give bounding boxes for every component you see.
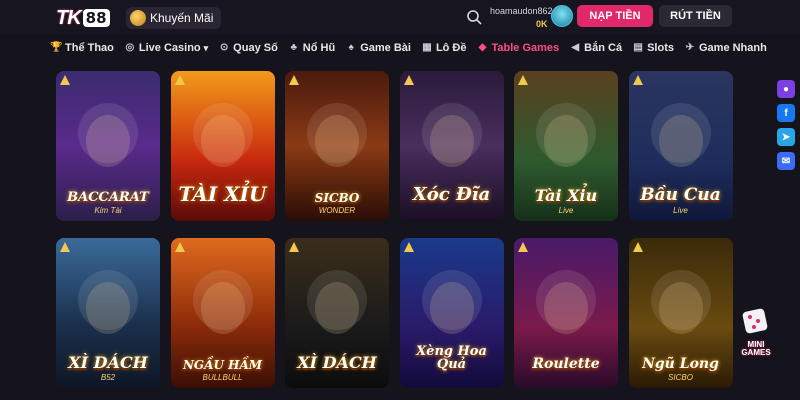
logo-text: TK <box>56 6 82 29</box>
game-card[interactable]: Tài Xỉu Live <box>514 71 618 221</box>
rocket-icon: ✈ <box>685 42 695 53</box>
facebook-icon[interactable]: f <box>777 104 795 122</box>
hot-badge-icon <box>403 75 414 85</box>
game-card[interactable]: Xèng Hoa Quả <box>399 238 504 388</box>
side-social-bar: ● f ➤ ✉ <box>777 80 795 176</box>
slot-icon: ▤ <box>633 42 643 53</box>
hot-badge-icon <box>60 242 70 252</box>
hot-badge-icon <box>289 242 299 252</box>
hot-badge-icon <box>632 242 643 252</box>
balance: 0K <box>536 19 548 29</box>
game-card[interactable]: Bầu Cua Live <box>628 71 733 221</box>
game-title: Bầu Cua <box>640 185 721 206</box>
main-nav: 🏆 Thể Thao ◎ Live Casino ▾ ⊙ Quay Số ♣ Nổ Hũ ♠ Gam… <box>0 36 800 60</box>
game-title: NGẦU HẦM <box>182 358 263 373</box>
nav-item-label: Table Games <box>491 42 560 54</box>
lottery-icon: ⊙ <box>219 42 229 53</box>
nav-item-label: Game Nhanh <box>698 42 767 54</box>
chip-icon: ◎ <box>125 42 135 53</box>
game-title: XÌ DÁCH <box>297 353 377 373</box>
game-card[interactable]: Ngũ Long SICBO <box>628 238 733 388</box>
dice-icon <box>742 308 768 334</box>
nav-item-game-nhanh[interactable]: ✈ Game Nhanh <box>684 42 767 54</box>
game-card[interactable]: NGẦU HẦM BULLBULL <box>170 238 275 388</box>
number-icon: ▦ <box>422 42 432 53</box>
game-title: Ngũ Long <box>642 356 719 373</box>
dice-icon: ◆ <box>478 42 487 53</box>
search-icon[interactable] <box>466 9 482 25</box>
game-card[interactable]: TÀI XỈU <box>170 71 275 221</box>
hot-badge-icon <box>403 242 414 252</box>
nav-item-label: Quay Số <box>233 42 278 54</box>
top-bar: TK 88 Khuyến Mãi hoamaudon862 0K NẠP TIỀ… <box>0 0 800 34</box>
nav-item-slots[interactable]: ▤ Slots <box>632 42 674 54</box>
mini-games-label: MINI GAMES <box>741 340 771 357</box>
game-title: TÀI XỈU <box>178 182 267 206</box>
game-card[interactable]: XÌ DÁCH <box>285 238 389 388</box>
nav-item-live-casino[interactable]: ◎ Live Casino ▾ <box>124 42 209 54</box>
nav-item-game-bài[interactable]: ♠ Game Bài <box>345 42 411 54</box>
game-subtitle: Live <box>673 206 688 215</box>
nav-item-table-games[interactable]: ◆ Table Games <box>477 42 560 54</box>
fish-icon: ◀ <box>571 42 580 53</box>
game-title: Xóc Đĩa <box>412 184 491 206</box>
game-subtitle: BULLBULL <box>202 373 243 382</box>
promo-label: Khuyến Mãi <box>150 11 214 25</box>
user-info[interactable]: hoamaudon862 0K <box>490 4 553 30</box>
hot-badge-icon <box>174 75 185 85</box>
hot-badge-icon <box>632 75 643 85</box>
nav-item-label: Slots <box>647 42 674 54</box>
nav-item-label: Live Casino <box>138 42 201 54</box>
game-card[interactable]: Roulette <box>514 238 618 388</box>
hot-badge-icon <box>174 242 185 252</box>
nav-item-label: Lô Đề <box>435 42 467 54</box>
nav-item-quay-số[interactable]: ⊙ Quay Số <box>218 42 278 54</box>
nav-item-lô-đề[interactable]: ▦ Lô Đề <box>421 42 467 54</box>
game-title: BACCARAT <box>67 190 149 206</box>
cards-icon: ♠ <box>348 42 354 53</box>
telegram-icon[interactable]: ➤ <box>777 128 795 146</box>
game-subtitle: B52 <box>100 373 116 382</box>
deposit-button[interactable]: NẠP TIỀN <box>577 5 653 27</box>
game-subtitle: WONDER <box>318 206 356 215</box>
trophy-icon: 🏆 <box>50 42 63 53</box>
mini-games-button[interactable]: MINI GAMES <box>738 306 774 357</box>
nav-item-label: Bắn Cá <box>584 42 623 54</box>
game-card[interactable]: XÌ DÁCH B52 <box>56 238 160 388</box>
chevron-down-icon: ▾ <box>203 42 209 53</box>
messenger-icon[interactable]: ✉ <box>777 152 795 170</box>
gift-icon <box>130 10 146 26</box>
nav-item-bắn-cá[interactable]: ◀ Bắn Cá <box>569 42 622 54</box>
avatar[interactable] <box>551 5 573 27</box>
game-title: Roulette <box>532 356 600 373</box>
chat-icon[interactable]: ● <box>777 80 795 98</box>
game-title: Tài Xỉu <box>534 186 598 206</box>
nav-item-nổ-hũ[interactable]: ♣ Nổ Hũ <box>288 42 336 54</box>
hot-badge-icon <box>60 75 70 85</box>
hot-badge-icon <box>518 242 528 252</box>
game-card[interactable]: SICBO WONDER <box>285 71 389 221</box>
nav-item-thể-thao[interactable]: 🏆 Thể Thao <box>50 42 114 54</box>
withdraw-button[interactable]: RÚT TIỀN <box>659 5 732 27</box>
brand-logo[interactable]: TK 88 <box>56 6 116 30</box>
game-title: SICBO <box>314 191 360 206</box>
hot-badge-icon <box>289 75 299 85</box>
nav-item-label: Nổ Hũ <box>302 42 336 54</box>
game-subtitle: Kim Tài <box>94 206 122 215</box>
game-card[interactable]: BACCARAT Kim Tài <box>56 71 160 221</box>
game-subtitle: SICBO <box>668 373 693 382</box>
promo-button[interactable]: Khuyến Mãi <box>126 7 222 29</box>
nav-item-label: Game Bài <box>360 42 411 54</box>
nav-item-label: Thể Thao <box>65 42 114 54</box>
game-subtitle: Live <box>558 206 574 215</box>
game-card[interactable]: Xóc Đĩa <box>399 71 504 221</box>
game-title: XÌ DÁCH <box>68 353 148 373</box>
logo-number: 88 <box>82 9 110 27</box>
username: hoamaudon862 <box>490 6 553 16</box>
jar-icon: ♣ <box>290 42 298 53</box>
hot-badge-icon <box>518 75 528 85</box>
game-title: Xèng Hoa Quả <box>416 343 487 373</box>
